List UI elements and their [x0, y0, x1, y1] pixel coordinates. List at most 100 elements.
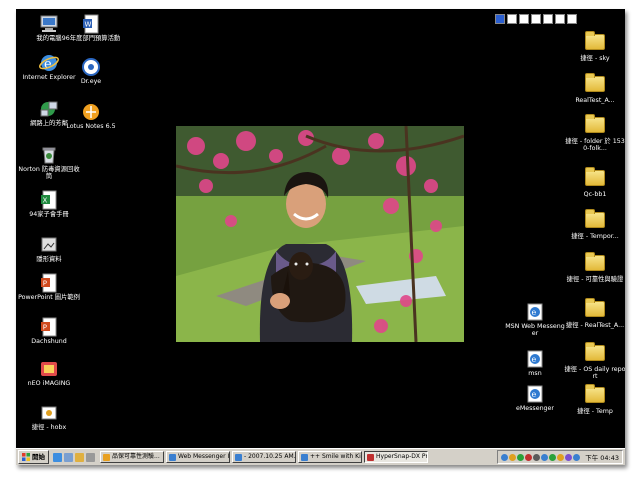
- tray-icon[interactable]: [501, 453, 509, 461]
- task-label: - 2007.10.25 AM...: [244, 453, 296, 460]
- neo-imaging-icon: [39, 359, 59, 379]
- desktop-icon-budget-doc[interactable]: W 96年度部門預算活動: [60, 14, 122, 42]
- icon-label: MSN Web Messenger: [505, 323, 565, 338]
- tray-icon[interactable]: [557, 453, 565, 461]
- powerpoint-icon: P: [39, 273, 59, 293]
- desktop-icon-neo-imaging[interactable]: nEO iMAGING: [18, 359, 80, 387]
- desktop-icon-temporary[interactable]: 捷徑 - Tempor...: [564, 209, 626, 240]
- screen-frame: 我的電腦 W 96年度部門預算活動 e Internet Explorer Dr…: [16, 9, 626, 465]
- start-button[interactable]: 開始: [18, 450, 49, 464]
- outlook-quicklaunch-icon[interactable]: [75, 452, 84, 462]
- network-icon: [39, 99, 59, 119]
- toolbar-icon[interactable]: [531, 14, 541, 24]
- tray-icon[interactable]: [509, 453, 517, 461]
- app-icon: [169, 453, 176, 461]
- desktop-icon-lotus-notes[interactable]: Lotus Notes 6.5: [60, 102, 122, 130]
- folder-icon: [585, 209, 605, 232]
- desktop-icon-reliability[interactable]: 捷徑 - 可靠性與驗證: [564, 252, 626, 283]
- icon-label: PowerPoint 圖片範例: [18, 294, 80, 301]
- task-button[interactable]: ++ Smile with Ki...: [298, 451, 362, 463]
- desktop-icon-emessenger[interactable]: e eMessenger: [504, 384, 566, 412]
- svg-text:e: e: [532, 355, 537, 364]
- desktop-icon-folk[interactable]: 捷徑 - folder 於 1530-folk...: [564, 114, 626, 153]
- clock[interactable]: 下午 04:43: [585, 452, 619, 462]
- tray-icon[interactable]: [565, 453, 573, 461]
- task-button[interactable]: 品保可靠性測驗...: [100, 451, 164, 463]
- icon-label: 捷徑 - folder 於 1530-folk...: [565, 138, 625, 153]
- toolbar-icon[interactable]: [567, 14, 577, 24]
- desktop-icon-dreye[interactable]: Dr.eye: [60, 57, 122, 85]
- desktop-icon-msn[interactable]: e msn: [504, 349, 566, 377]
- ie-quicklaunch-icon[interactable]: [53, 452, 62, 462]
- svg-text:e: e: [532, 390, 537, 399]
- desktop-icon-hidden-data[interactable]: 隱形資料: [18, 235, 80, 263]
- desktop-icon-excel-doc[interactable]: X 94家子會手冊: [18, 190, 80, 218]
- desktop-icon-hobx[interactable]: 捷徑 - hobx: [18, 403, 80, 431]
- tray-icon[interactable]: [517, 453, 525, 461]
- floating-toolbar[interactable]: [495, 14, 577, 24]
- icon-label: 捷徑 - 可靠性與驗證: [566, 276, 624, 283]
- recycle-bin-icon: [39, 145, 59, 165]
- woman-holding-dachshund-photo: [176, 126, 464, 342]
- tray-icon[interactable]: [573, 453, 581, 461]
- icon-label: Dr.eye: [80, 78, 102, 85]
- dreye-icon: [81, 57, 101, 77]
- app-icon: [367, 453, 374, 461]
- icon-label: Dachshund: [31, 338, 67, 345]
- media-quicklaunch-icon[interactable]: [86, 452, 95, 462]
- toolbar-icon[interactable]: [555, 14, 565, 24]
- folder-icon: [585, 252, 605, 275]
- toolbar-icon[interactable]: [543, 14, 553, 24]
- folder-icon: [585, 298, 605, 321]
- system-tray: 下午 04:43: [497, 450, 623, 464]
- task-button[interactable]: HyperSnap-DX Pro: [364, 451, 428, 463]
- folder-icon: [585, 384, 605, 407]
- desktop-icon-temp[interactable]: 捷徑 - Temp: [564, 384, 626, 415]
- toolbar-icon[interactable]: [507, 14, 517, 24]
- tray-icon[interactable]: [533, 453, 541, 461]
- icon-label: Norton 防毒資源回收筒: [18, 166, 80, 181]
- icon-label: 捷徑 - Temp: [577, 408, 613, 415]
- tray-icon[interactable]: [549, 453, 557, 461]
- folder-icon: [585, 114, 605, 137]
- desktop-icon-realtest-shortcut[interactable]: 捷徑 - RealTest_A...: [564, 298, 626, 329]
- icon-label: msn: [528, 370, 542, 377]
- app-icon: [301, 453, 308, 461]
- icon-label: RealTest_A...: [575, 97, 615, 104]
- svg-text:X: X: [43, 197, 48, 205]
- toolbar-icon[interactable]: [519, 14, 529, 24]
- show-desktop-icon[interactable]: [64, 452, 73, 462]
- desktop-icon-os-daily-report[interactable]: 捷徑 - OS daily report: [564, 342, 626, 381]
- app-icon: [235, 453, 242, 461]
- task-label: HyperSnap-DX Pro: [376, 453, 428, 460]
- task-label: ++ Smile with Ki...: [310, 453, 362, 460]
- computer-icon: [39, 14, 59, 34]
- desktop-icon-qc-bb1[interactable]: Qc-bb1: [564, 167, 626, 198]
- desktop-icon-recycle-bin[interactable]: Norton 防毒資源回收筒: [18, 145, 80, 181]
- msn-icon: e: [525, 384, 545, 404]
- quick-launch: [53, 452, 95, 462]
- internet-explorer-icon: e: [39, 53, 59, 73]
- desktop-icon-msn-web-messenger[interactable]: e MSN Web Messenger: [504, 302, 566, 338]
- msn-icon: e: [525, 302, 545, 322]
- windows-logo-icon: [22, 453, 30, 461]
- tray-icon[interactable]: [525, 453, 533, 461]
- task-button[interactable]: Web Messenger I...: [166, 451, 230, 463]
- icon-label: 隱形資料: [36, 256, 62, 263]
- svg-text:P: P: [43, 280, 47, 288]
- icon-label: Qc-bb1: [583, 191, 607, 198]
- tray-icon[interactable]: [541, 453, 549, 461]
- lotus-notes-icon: [81, 102, 101, 122]
- desktop-icon-dachshund[interactable]: P Dachshund: [18, 317, 80, 345]
- folder-icon: [585, 31, 605, 54]
- folder-icon: [585, 342, 605, 365]
- task-button[interactable]: - 2007.10.25 AM...: [232, 451, 296, 463]
- desktop-icon-powerpoint-samples[interactable]: P PowerPoint 圖片範例: [18, 273, 80, 301]
- language-bar-icon[interactable]: [495, 14, 505, 24]
- desktop-icon-realtest-a[interactable]: RealTest_A...: [564, 73, 626, 104]
- icon-label: 96年度部門預算活動: [61, 35, 121, 42]
- taskbar: 開始 品保可靠性測驗... Web Messenger I... - 2007.…: [16, 448, 625, 465]
- icon-label: nEO iMAGING: [27, 380, 71, 387]
- desktop-icon-sky[interactable]: 捷徑 - sky: [564, 31, 626, 62]
- folder-icon: [585, 167, 605, 190]
